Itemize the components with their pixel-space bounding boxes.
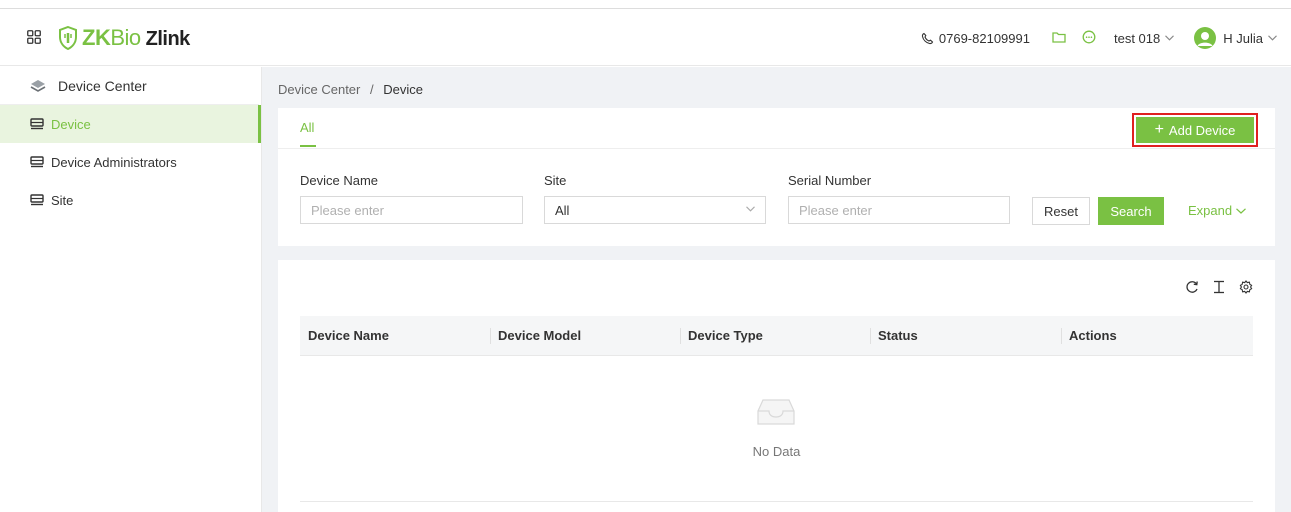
expand-toggle[interactable]: Expand: [1188, 203, 1247, 218]
site-select-value: All: [555, 202, 570, 218]
logo-zlink-text: Zlink: [145, 28, 191, 50]
app-grid-icon[interactable]: [27, 30, 41, 44]
table-empty-state: No Data: [300, 356, 1253, 502]
user-name: H Julia: [1223, 30, 1263, 46]
tab-active-indicator: [300, 145, 316, 147]
top-header: ZKBio Zlink 0769-82109991 test 018 H Juli…: [0, 8, 1291, 66]
phone-number: 0769-82109991: [938, 30, 1030, 46]
sidebar-header: Device Center: [0, 67, 259, 105]
user-menu[interactable]: H Julia: [1194, 27, 1277, 49]
settings-icon[interactable]: [1239, 280, 1253, 294]
column-height-icon[interactable]: [1212, 280, 1226, 294]
logo-zk-text: ZK: [82, 25, 111, 50]
serial-number-input[interactable]: [788, 196, 1010, 224]
breadcrumb-parent[interactable]: Device Center: [278, 82, 360, 97]
reset-button[interactable]: Reset: [1032, 197, 1090, 225]
tenant-name: test 018: [1113, 30, 1161, 46]
site-label: Site: [544, 173, 567, 188]
site-select[interactable]: All: [544, 196, 766, 224]
layers-icon: [30, 79, 46, 92]
table-header: Device Name Device Model Device Type Sta…: [300, 316, 1253, 356]
device-icon: [30, 118, 44, 130]
empty-inbox-icon: [757, 398, 795, 429]
sidebar-item-site[interactable]: Site: [0, 181, 261, 219]
sidebar-item-label: Device Administrators: [51, 154, 177, 170]
column-header-status[interactable]: Status: [870, 316, 1061, 355]
column-header-device-model[interactable]: Device Model: [490, 316, 680, 355]
logo-bio-text: Bio: [110, 25, 141, 50]
sidebar-item-device[interactable]: Device: [0, 105, 261, 143]
plus-icon: +: [1154, 121, 1164, 138]
shield-logo-icon: [59, 26, 77, 50]
device-icon: [30, 194, 44, 206]
device-table-card: Device Name Device Model Device Type Sta…: [278, 260, 1275, 512]
support-phone: 0769-82109991: [921, 31, 1030, 46]
serial-number-label: Serial Number: [788, 173, 872, 188]
phone-icon: [921, 32, 934, 44]
chevron-down-icon: [1236, 207, 1247, 214]
add-device-label: Add Device: [1168, 122, 1236, 138]
sidebar-item-label: Device: [51, 116, 91, 132]
empty-text: No Data: [752, 444, 801, 459]
sidebar-item-device-administrators[interactable]: Device Administrators: [0, 143, 261, 181]
column-header-actions: Actions: [1061, 316, 1253, 355]
sidebar-item-label: Site: [51, 192, 74, 208]
chevron-down-icon: [1268, 35, 1277, 41]
app-logo: ZKBio Zlink: [58, 25, 190, 51]
message-icon[interactable]: [1082, 30, 1096, 47]
device-name-input[interactable]: [300, 196, 523, 224]
expand-label: Expand: [1188, 203, 1233, 218]
add-device-button[interactable]: + Add Device: [1136, 117, 1254, 143]
chevron-down-icon: [1165, 35, 1175, 41]
sidebar-title: Device Center: [58, 77, 147, 94]
search-button[interactable]: Search: [1098, 197, 1164, 225]
folder-icon[interactable]: [1052, 31, 1066, 46]
tab-bar: All + Add Device: [278, 108, 1275, 149]
column-header-device-type[interactable]: Device Type: [680, 316, 870, 355]
column-header-device-name[interactable]: Device Name: [300, 316, 490, 355]
breadcrumb: Device Center / Device: [278, 82, 423, 97]
device-name-label: Device Name: [300, 173, 379, 188]
table-tools: [1172, 280, 1253, 294]
refresh-icon[interactable]: [1185, 280, 1199, 294]
tenant-selector[interactable]: test 018: [1113, 30, 1175, 46]
device-table: Device Name Device Model Device Type Sta…: [300, 316, 1253, 502]
breadcrumb-current: Device: [383, 82, 423, 97]
device-icon: [30, 156, 44, 168]
sidebar: Device Center Device Device Administrato…: [0, 67, 262, 512]
main-content: Device Center / Device All + Add Device …: [262, 67, 1291, 512]
add-device-highlight: + Add Device: [1132, 113, 1258, 147]
breadcrumb-separator: /: [370, 82, 374, 97]
tab-all[interactable]: All: [300, 120, 314, 135]
chevron-down-icon: [746, 206, 755, 212]
avatar: [1194, 27, 1217, 49]
filter-card: All + Add Device Device Name Site All Se…: [278, 108, 1275, 246]
